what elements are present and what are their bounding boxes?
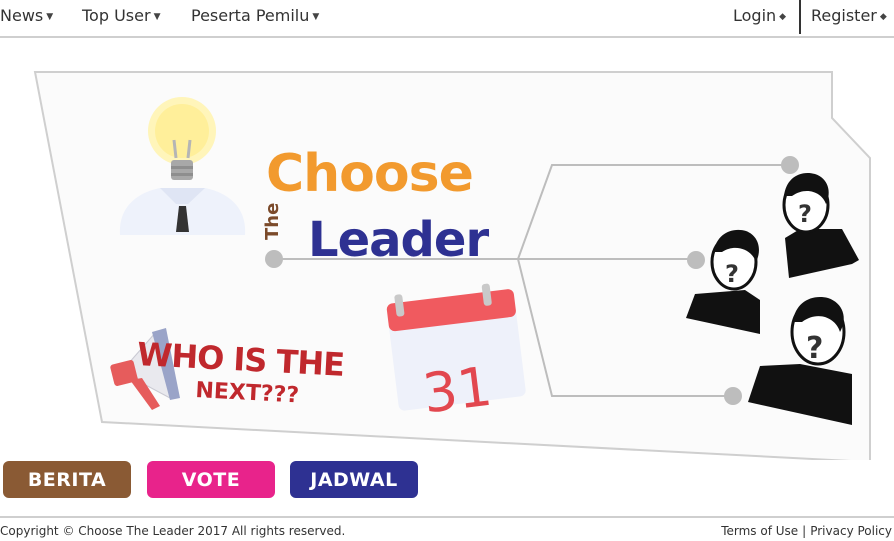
connector-dot bbox=[724, 387, 742, 405]
nav-news[interactable]: News ▼ bbox=[0, 6, 53, 25]
login-label: Login bbox=[733, 6, 777, 25]
connector-dot bbox=[781, 156, 799, 174]
jadwal-button[interactable]: JADWAL bbox=[290, 461, 418, 498]
login-link[interactable]: Login ◆ bbox=[733, 6, 786, 25]
nav-top-user[interactable]: Top User ▼ bbox=[82, 6, 160, 25]
nav-news-label: News bbox=[0, 6, 44, 25]
connector-dot bbox=[687, 251, 705, 269]
footer-divider bbox=[0, 516, 894, 518]
privacy-link[interactable]: Privacy Policy bbox=[810, 524, 892, 538]
tagline-line1: WHO IS THE bbox=[136, 335, 345, 384]
caret-down-icon: ▼ bbox=[153, 11, 161, 22]
berita-button[interactable]: BERITA bbox=[3, 461, 131, 498]
terms-link[interactable]: Terms of Use bbox=[721, 524, 798, 538]
tagline-line2: NEXT??? bbox=[194, 378, 300, 409]
title-leader: Leader bbox=[308, 212, 489, 268]
nav-divider bbox=[799, 0, 801, 34]
register-link[interactable]: Register ◆ bbox=[811, 6, 887, 25]
footer-copyright: Copyright © Choose The Leader 2017 All r… bbox=[0, 524, 346, 538]
caret-down-icon: ▼ bbox=[46, 11, 54, 22]
svg-text:?: ? bbox=[798, 200, 812, 228]
hero-banner: ? ? ? Choose The Leader WHO IS THE NEXT?… bbox=[0, 40, 894, 460]
nav-top-user-label: Top User bbox=[82, 6, 151, 25]
connector-dot bbox=[265, 250, 283, 268]
nav-peserta-pemilu[interactable]: Peserta Pemilu ▼ bbox=[191, 6, 319, 25]
svg-text:?: ? bbox=[725, 260, 739, 288]
caret-down-icon: ▼ bbox=[312, 11, 320, 22]
title-choose: Choose bbox=[266, 144, 474, 204]
vote-button[interactable]: VOTE bbox=[147, 461, 275, 498]
footer-separator: | bbox=[802, 524, 807, 538]
top-navigation: News ▼ Top User ▼ Peserta Pemilu ▼ Login ◆ R… bbox=[0, 0, 894, 38]
diamond-arrow-icon: ◆ bbox=[879, 11, 887, 22]
nav-peserta-label: Peserta Pemilu bbox=[191, 6, 310, 25]
diamond-arrow-icon: ◆ bbox=[779, 11, 787, 22]
svg-text:?: ? bbox=[806, 331, 823, 366]
calendar-day: 31 bbox=[419, 354, 496, 426]
footer-links: Terms of Use | Privacy Policy bbox=[721, 524, 892, 538]
title-the: The bbox=[262, 202, 283, 240]
register-label: Register bbox=[811, 6, 877, 25]
